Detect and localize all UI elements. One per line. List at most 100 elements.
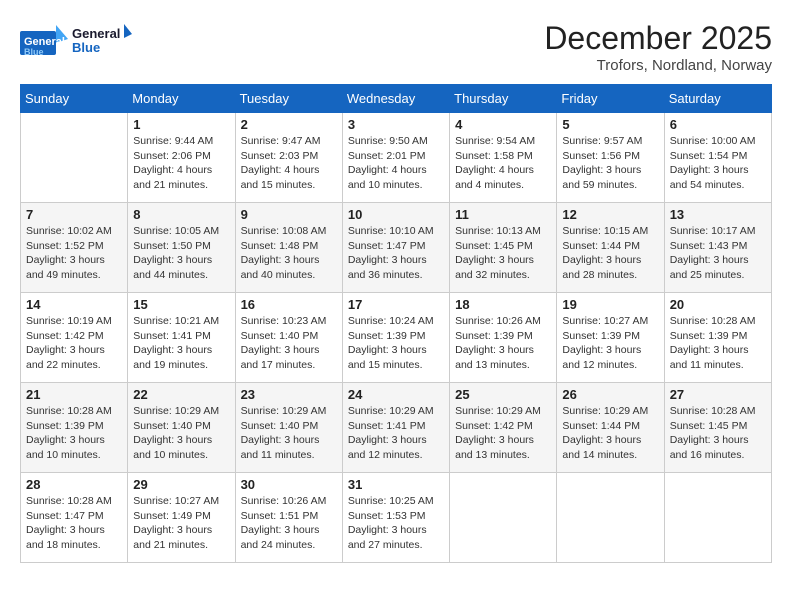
day-info: Sunrise: 10:15 AMSunset: 1:44 PMDaylight…	[562, 224, 658, 283]
page-header: General Blue General Blue December 2025 …	[20, 20, 772, 74]
day-number: 19	[562, 297, 658, 312]
calendar-cell: 27 Sunrise: 10:28 AMSunset: 1:45 PMDaylig…	[664, 383, 771, 473]
calendar-cell: 10 Sunrise: 10:10 AMSunset: 1:47 PMDaylig…	[342, 203, 449, 293]
calendar-cell: 4 Sunrise: 9:54 AMSunset: 1:58 PMDaylight…	[450, 113, 557, 203]
calendar-week-row: 1 Sunrise: 9:44 AMSunset: 2:06 PMDaylight…	[21, 113, 772, 203]
calendar-cell: 21 Sunrise: 10:28 AMSunset: 1:39 PMDaylig…	[21, 383, 128, 473]
day-info: Sunrise: 9:44 AMSunset: 2:06 PMDaylight:…	[133, 134, 229, 193]
day-number: 5	[562, 117, 658, 132]
weekday-header-cell: Saturday	[664, 85, 771, 113]
calendar-cell: 22 Sunrise: 10:29 AMSunset: 1:40 PMDaylig…	[128, 383, 235, 473]
day-info: Sunrise: 10:29 AMSunset: 1:41 PMDaylight…	[348, 404, 444, 463]
day-info: Sunrise: 10:28 AMSunset: 1:39 PMDaylight…	[26, 404, 122, 463]
day-number: 15	[133, 297, 229, 312]
day-info: Sunrise: 10:23 AMSunset: 1:40 PMDaylight…	[241, 314, 337, 373]
day-number: 17	[348, 297, 444, 312]
calendar-cell: 8Sunrise: 10:05 AMSunset: 1:50 PMDayligh…	[128, 203, 235, 293]
day-info: Sunrise: 10:27 AMSunset: 1:39 PMDaylight…	[562, 314, 658, 373]
calendar-cell: 13 Sunrise: 10:17 AMSunset: 1:43 PMDaylig…	[664, 203, 771, 293]
calendar-cell: 17Sunrise: 10:24 AMSunset: 1:39 PMDaylig…	[342, 293, 449, 383]
day-number: 10	[348, 207, 444, 222]
day-info: Sunrise: 9:57 AMSunset: 1:56 PMDaylight:…	[562, 134, 658, 193]
logo: General Blue General Blue	[20, 20, 132, 65]
calendar-cell	[557, 473, 664, 563]
day-number: 30	[241, 477, 337, 492]
calendar-cell	[21, 113, 128, 203]
day-number: 22	[133, 387, 229, 402]
weekday-header-cell: Sunday	[21, 85, 128, 113]
calendar-cell: 5 Sunrise: 9:57 AMSunset: 1:56 PMDaylight…	[557, 113, 664, 203]
day-number: 7	[26, 207, 122, 222]
day-info: Sunrise: 10:17 AMSunset: 1:43 PMDaylight…	[670, 224, 766, 283]
logo-text: General Blue	[72, 20, 132, 65]
calendar-cell: 25Sunrise: 10:29 AMSunset: 1:42 PMDaylig…	[450, 383, 557, 473]
day-number: 20	[670, 297, 766, 312]
day-info: Sunrise: 9:47 AMSunset: 2:03 PMDaylight:…	[241, 134, 337, 193]
day-number: 3	[348, 117, 444, 132]
day-number: 26	[562, 387, 658, 402]
day-info: Sunrise: 10:10 AMSunset: 1:47 PMDaylight…	[348, 224, 444, 283]
calendar-cell: 16Sunrise: 10:23 AMSunset: 1:40 PMDaylig…	[235, 293, 342, 383]
calendar-cell: 15 Sunrise: 10:21 AMSunset: 1:41 PMDaylig…	[128, 293, 235, 383]
day-number: 13	[670, 207, 766, 222]
day-number: 28	[26, 477, 122, 492]
calendar-cell: 6 Sunrise: 10:00 AMSunset: 1:54 PMDayligh…	[664, 113, 771, 203]
calendar-week-row: 7 Sunrise: 10:02 AMSunset: 1:52 PMDayligh…	[21, 203, 772, 293]
day-info: Sunrise: 10:29 AMSunset: 1:40 PMDaylight…	[133, 404, 229, 463]
day-number: 29	[133, 477, 229, 492]
day-info: Sunrise: 10:29 AMSunset: 1:44 PMDaylight…	[562, 404, 658, 463]
day-number: 21	[26, 387, 122, 402]
day-number: 11	[455, 207, 551, 222]
calendar-cell: 3 Sunrise: 9:50 AMSunset: 2:01 PMDaylight…	[342, 113, 449, 203]
calendar-cell: 18 Sunrise: 10:26 AMSunset: 1:39 PMDaylig…	[450, 293, 557, 383]
day-number: 8	[133, 207, 229, 222]
day-info: Sunrise: 10:00 AMSunset: 1:54 PMDaylight…	[670, 134, 766, 193]
title-block: December 2025 Trofors, Nordland, Norway	[544, 20, 772, 74]
day-info: Sunrise: 10:29 AMSunset: 1:40 PMDaylight…	[241, 404, 337, 463]
svg-text:General: General	[72, 26, 120, 41]
day-number: 23	[241, 387, 337, 402]
calendar-cell: 19 Sunrise: 10:27 AMSunset: 1:39 PMDaylig…	[557, 293, 664, 383]
weekday-header-cell: Wednesday	[342, 85, 449, 113]
calendar-cell: 28 Sunrise: 10:28 AMSunset: 1:47 PMDaylig…	[21, 473, 128, 563]
day-number: 2	[241, 117, 337, 132]
day-number: 27	[670, 387, 766, 402]
calendar-cell: 12Sunrise: 10:15 AMSunset: 1:44 PMDaylig…	[557, 203, 664, 293]
day-info: Sunrise: 10:25 AMSunset: 1:53 PMDaylight…	[348, 494, 444, 553]
weekday-header-cell: Thursday	[450, 85, 557, 113]
calendar-week-row: 28 Sunrise: 10:28 AMSunset: 1:47 PMDaylig…	[21, 473, 772, 563]
svg-text:Blue: Blue	[72, 40, 100, 55]
calendar-week-row: 21 Sunrise: 10:28 AMSunset: 1:39 PMDaylig…	[21, 383, 772, 473]
day-number: 6	[670, 117, 766, 132]
calendar-cell: 11 Sunrise: 10:13 AMSunset: 1:45 PMDaylig…	[450, 203, 557, 293]
day-number: 18	[455, 297, 551, 312]
day-info: Sunrise: 10:19 AMSunset: 1:42 PMDaylight…	[26, 314, 122, 373]
calendar-cell: 20 Sunrise: 10:28 AMSunset: 1:39 PMDaylig…	[664, 293, 771, 383]
calendar-cell: 31 Sunrise: 10:25 AMSunset: 1:53 PMDaylig…	[342, 473, 449, 563]
calendar-cell: 24Sunrise: 10:29 AMSunset: 1:41 PMDaylig…	[342, 383, 449, 473]
weekday-header-cell: Friday	[557, 85, 664, 113]
weekday-header-row: SundayMondayTuesdayWednesdayThursdayFrid…	[21, 85, 772, 113]
day-info: Sunrise: 10:21 AMSunset: 1:41 PMDaylight…	[133, 314, 229, 373]
day-info: Sunrise: 10:28 AMSunset: 1:47 PMDaylight…	[26, 494, 122, 553]
logo-icon: General Blue	[20, 23, 68, 63]
day-info: Sunrise: 9:54 AMSunset: 1:58 PMDaylight:…	[455, 134, 551, 193]
calendar-week-row: 14Sunrise: 10:19 AMSunset: 1:42 PMDaylig…	[21, 293, 772, 383]
day-number: 31	[348, 477, 444, 492]
day-info: Sunrise: 10:28 AMSunset: 1:45 PMDaylight…	[670, 404, 766, 463]
calendar-cell: 23 Sunrise: 10:29 AMSunset: 1:40 PMDaylig…	[235, 383, 342, 473]
calendar-cell: 29Sunrise: 10:27 AMSunset: 1:49 PMDaylig…	[128, 473, 235, 563]
day-info: Sunrise: 10:28 AMSunset: 1:39 PMDaylight…	[670, 314, 766, 373]
calendar-cell	[450, 473, 557, 563]
day-info: Sunrise: 10:13 AMSunset: 1:45 PMDaylight…	[455, 224, 551, 283]
weekday-header-cell: Tuesday	[235, 85, 342, 113]
day-info: Sunrise: 10:26 AMSunset: 1:39 PMDaylight…	[455, 314, 551, 373]
day-number: 4	[455, 117, 551, 132]
day-info: Sunrise: 10:26 AMSunset: 1:51 PMDaylight…	[241, 494, 337, 553]
day-info: Sunrise: 9:50 AMSunset: 2:01 PMDaylight:…	[348, 134, 444, 193]
location: Trofors, Nordland, Norway	[544, 57, 772, 74]
day-info: Sunrise: 10:02 AMSunset: 1:52 PMDaylight…	[26, 224, 122, 283]
day-number: 1	[133, 117, 229, 132]
calendar-cell	[664, 473, 771, 563]
weekday-header-cell: Monday	[128, 85, 235, 113]
